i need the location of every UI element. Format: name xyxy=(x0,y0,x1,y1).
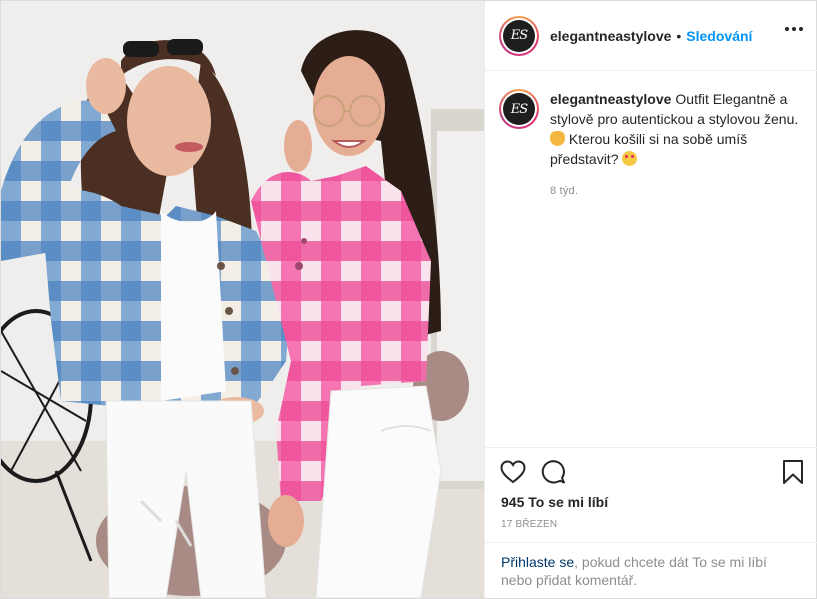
heart-icon[interactable] xyxy=(499,458,527,486)
action-bar xyxy=(485,447,817,494)
comment-icon[interactable] xyxy=(539,458,567,486)
post-date[interactable]: 17 BŘEZEN xyxy=(501,519,557,530)
bookmark-icon[interactable] xyxy=(779,458,807,486)
avatar-logo: ES xyxy=(503,93,535,125)
login-link[interactable]: Přihlaste se xyxy=(501,554,574,570)
caption-timestamp[interactable]: 8 týd. xyxy=(550,181,800,201)
caption-text-part2: Kterou košili si na sobě umíš představit… xyxy=(550,131,748,167)
photo-illustration xyxy=(1,1,484,598)
post-header: ES elegantneastylove • Sledování xyxy=(485,1,817,71)
login-prompt: Přihlaste se, pokud chcete dát To se mi … xyxy=(485,542,817,598)
likes-count[interactable]: 945 To se mi líbí xyxy=(501,494,608,510)
post-caption: ES elegantneastylove Outfit Elegantně a s… xyxy=(499,89,805,201)
avatar[interactable]: ES xyxy=(499,15,539,56)
separator-dot: • xyxy=(676,27,682,44)
post-photo[interactable] xyxy=(1,1,484,598)
more-options-icon[interactable] xyxy=(785,27,803,31)
header-username[interactable]: elegantneastylove xyxy=(550,28,671,44)
ok-hand-emoji-icon xyxy=(550,131,565,146)
smiling-hearts-emoji-icon xyxy=(622,151,638,166)
caption-avatar[interactable]: ES xyxy=(499,89,539,129)
caption-body: elegantneastylove Outfit Elegantně a styl… xyxy=(550,89,800,201)
caption-username[interactable]: elegantneastylove xyxy=(550,91,671,107)
instagram-post: ES elegantneastylove • Sledování ES eleg… xyxy=(0,0,817,599)
post-side-panel: ES elegantneastylove • Sledování ES eleg… xyxy=(484,1,817,598)
follow-button[interactable]: Sledování xyxy=(686,28,752,44)
avatar-logo: ES xyxy=(503,19,535,52)
